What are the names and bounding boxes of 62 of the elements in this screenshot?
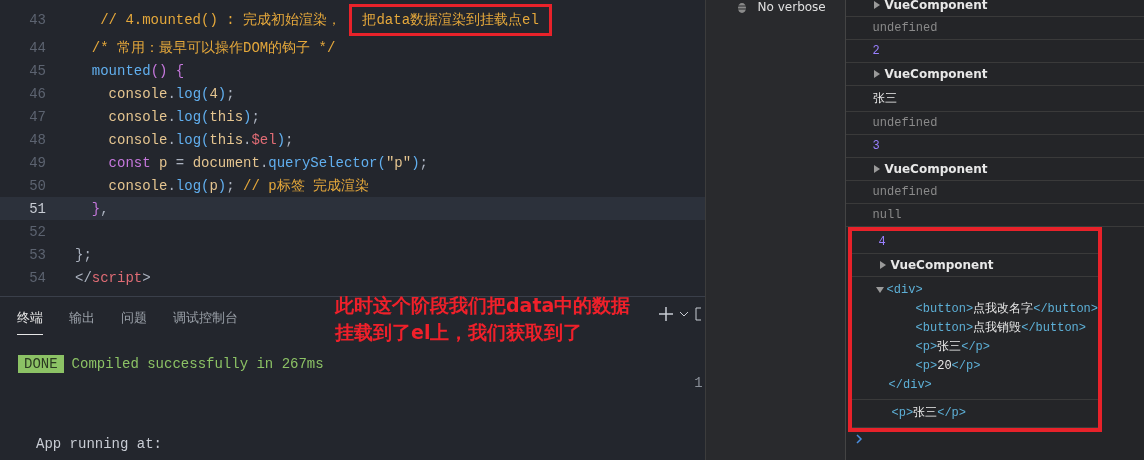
object-entry[interactable]: VueComponent xyxy=(872,0,1144,12)
code-line: console.log(this); xyxy=(107,108,260,125)
line-number: 49 xyxy=(28,154,46,171)
log-value: 4 xyxy=(878,235,887,249)
line-number: 48 xyxy=(28,131,46,148)
sidebar-item[interactable]: No verbose xyxy=(757,0,826,14)
terminal-line: App running at: xyxy=(36,436,164,452)
compile-message: Compiled successfully in 267ms xyxy=(71,356,324,372)
panel-tab[interactable]: 问题 xyxy=(121,309,147,335)
element-line: <button>点我改名字</button> xyxy=(914,301,1098,318)
line-number: 51 xyxy=(28,200,46,217)
panel-tab[interactable]: 输出 xyxy=(69,309,95,335)
line-number: 47 xyxy=(28,108,46,125)
panel-tab[interactable]: 调试控制台 xyxy=(173,309,238,335)
line-number: 43 xyxy=(28,12,46,28)
line-number: 53 xyxy=(28,246,46,263)
line-number: 52 xyxy=(28,223,46,240)
code-line: console.log(this.$el); xyxy=(107,131,294,148)
code-line: }; xyxy=(75,246,92,263)
log-value: 3 xyxy=(872,139,881,153)
collapsed-triangle-icon[interactable] xyxy=(872,165,881,173)
line-number: 50 xyxy=(28,177,46,194)
plus-icon[interactable] xyxy=(658,307,673,321)
annotation-text: 挂载到了el上，我们获取到了 xyxy=(335,320,584,345)
log-value: undefined xyxy=(872,116,939,130)
log-value: 张三 xyxy=(872,91,898,107)
collapsed-triangle-icon[interactable] xyxy=(878,261,887,269)
log-value: null xyxy=(872,208,903,222)
log-value: undefined xyxy=(872,185,939,199)
code-line: console.log(4); xyxy=(107,85,235,102)
chevron-down-icon[interactable] xyxy=(678,311,689,317)
element-line: <div> xyxy=(886,282,923,299)
line-number: 46 xyxy=(28,85,46,102)
prompt-chevron-icon[interactable] xyxy=(855,434,863,444)
element-line: <p>张三</p> xyxy=(914,339,991,356)
expanded-triangle-icon[interactable] xyxy=(875,286,884,294)
object-entry[interactable]: VueComponent xyxy=(872,67,1144,81)
line-number: 45 xyxy=(28,62,46,79)
element-line: <button>点我销毁</button> xyxy=(914,320,1087,337)
code-line: mounted() { xyxy=(90,62,185,79)
line-number: 54 xyxy=(28,269,46,286)
split-icon[interactable] xyxy=(694,307,701,321)
terminal-number: 1 xyxy=(694,375,703,391)
collapsed-triangle-icon[interactable] xyxy=(872,1,881,9)
code-line: const p = document.querySelector("p"); xyxy=(107,154,428,171)
element-line: <p>20</p> xyxy=(914,358,982,375)
annotation-text: 此时这个阶段我们把data中的数据 xyxy=(335,293,631,318)
collapsed-triangle-icon[interactable] xyxy=(872,70,881,78)
log-value: 2 xyxy=(872,44,881,58)
line-number: 44 xyxy=(28,39,46,56)
element-line: <p>张三</p> xyxy=(891,405,967,422)
code-line: /* 常用：最早可以操作DOM的钩子 */ xyxy=(90,38,336,57)
code-line: </script> xyxy=(75,269,151,286)
done-badge: DONE xyxy=(18,355,64,373)
object-entry[interactable]: VueComponent xyxy=(878,258,1098,272)
code-line: }, xyxy=(90,200,109,217)
code-line: // 4.mounted() : 完成初始渲染， 把data数据渲染到挂载点el xyxy=(75,4,552,36)
panel-tab[interactable]: 终端 xyxy=(17,309,43,335)
object-entry[interactable]: VueComponent xyxy=(872,162,1144,176)
code-line: console.log(p); // p标签 完成渲染 xyxy=(107,176,370,195)
element-line: </div> xyxy=(887,377,933,394)
log-value: undefined xyxy=(872,21,939,35)
